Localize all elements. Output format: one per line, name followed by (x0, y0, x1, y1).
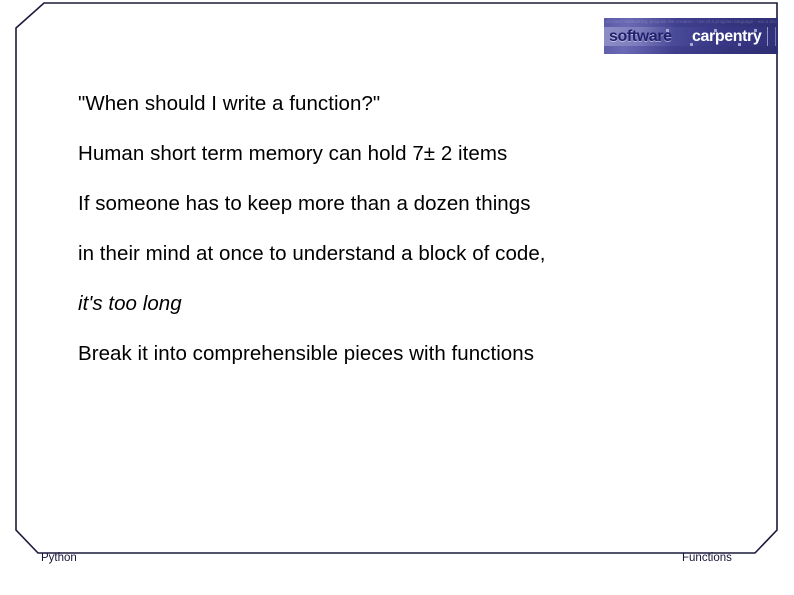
slide: of insert networking; propose the creati… (0, 0, 794, 595)
body-line: If someone has to keep more than a dozen… (78, 192, 531, 215)
body-line: Human short term memory can hold 7± 2 it… (78, 142, 508, 165)
logo-tick-mark (714, 29, 717, 32)
logo-right-bracket (767, 27, 776, 46)
logo-tick-mark (738, 43, 741, 46)
slide-body-text: "When should I write a function?" Human … (78, 79, 738, 379)
logo-tick-mark (690, 43, 693, 46)
logo-word-software: software (609, 28, 672, 45)
logo-tick-mark (666, 29, 669, 32)
logo-word-carpentry: carpentry (692, 28, 762, 45)
body-line: Break it into comprehensible pieces with… (78, 342, 535, 365)
footer-course-label: Python (41, 552, 77, 564)
body-line: in their mind at once to understand a bl… (78, 242, 546, 265)
footer-topic-label: Functions (682, 552, 732, 564)
body-line-emphasis: it's too long (78, 292, 182, 315)
body-line: "When should I write a function?" (78, 92, 381, 115)
software-carpentry-logo: of insert networking; propose the creati… (604, 18, 778, 54)
logo-tick-mark (754, 29, 757, 32)
